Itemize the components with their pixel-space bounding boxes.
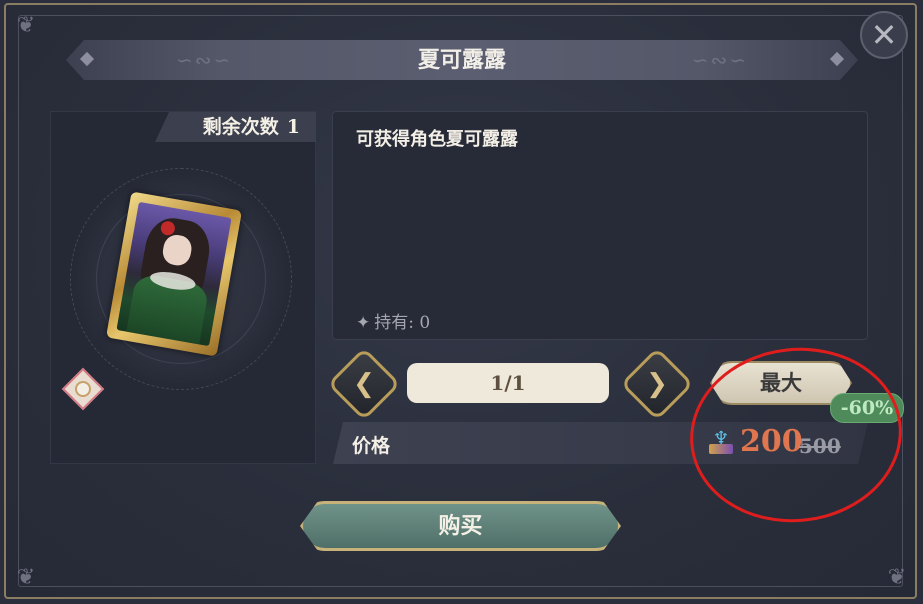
- chevron-left-icon: ❮: [353, 369, 375, 399]
- currency-book: [709, 444, 733, 454]
- character-badge-icon[interactable]: [60, 366, 106, 412]
- quantity-display: 1/1: [407, 363, 609, 403]
- remaining-label: 剩余次数: [202, 116, 279, 138]
- close-icon: ✕: [870, 16, 898, 54]
- max-quantity-button[interactable]: 最大: [710, 361, 852, 405]
- owned-label: 持有: 0: [374, 313, 431, 333]
- corner-ornament-icon: ❦: [16, 13, 36, 38]
- discount-badge: -60%: [830, 393, 904, 423]
- currency-icon: ♆: [707, 428, 735, 458]
- current-price: 200: [740, 424, 803, 459]
- badge-center: [75, 381, 91, 397]
- title-bar: ∽∾∽ ∽∾∽ 夏可露露: [66, 40, 858, 80]
- close-button[interactable]: ✕: [860, 11, 908, 59]
- corner-ornament-icon: ❦: [887, 565, 907, 590]
- item-description: 可获得角色夏可露露: [356, 129, 518, 150]
- remaining-count: 1: [286, 116, 300, 138]
- remaining-count-tag: 剩余次数 1: [155, 112, 316, 142]
- chevron-right-icon: ❯: [646, 369, 668, 399]
- buy-button[interactable]: 购买: [300, 501, 621, 551]
- dialog-title: 夏可露露: [417, 47, 506, 73]
- owned-count: ✦ 持有: 0: [356, 308, 430, 333]
- original-price: 500: [799, 434, 841, 458]
- character-image: [116, 201, 232, 347]
- sparkle-icon: ✦: [356, 313, 371, 333]
- price-label: 价格: [352, 435, 391, 457]
- corner-ornament-icon: ❦: [16, 565, 36, 590]
